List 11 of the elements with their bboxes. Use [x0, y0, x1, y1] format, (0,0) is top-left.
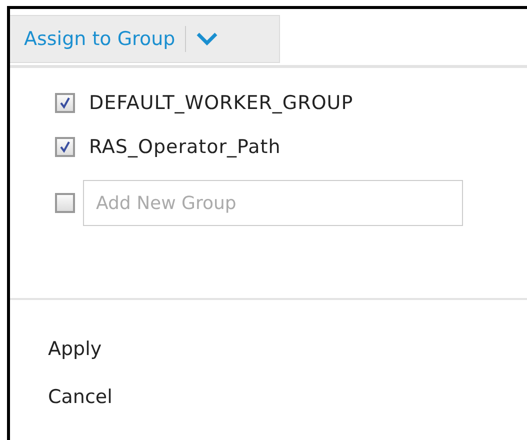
menu-action[interactable]: Apply: [48, 338, 102, 360]
chevron-down-icon: [196, 32, 218, 46]
group-label: DEFAULT_WORKER_GROUP: [89, 92, 354, 114]
checkbox[interactable]: [55, 193, 75, 213]
menu-action[interactable]: Cancel: [48, 386, 112, 408]
new-group-field[interactable]: Add New Group: [83, 180, 463, 226]
check-icon: [58, 96, 72, 110]
group-label: RAS_Operator_Path: [89, 136, 281, 158]
check-icon: [58, 140, 72, 154]
checkbox[interactable]: [55, 93, 75, 113]
checkbox[interactable]: [55, 137, 75, 157]
